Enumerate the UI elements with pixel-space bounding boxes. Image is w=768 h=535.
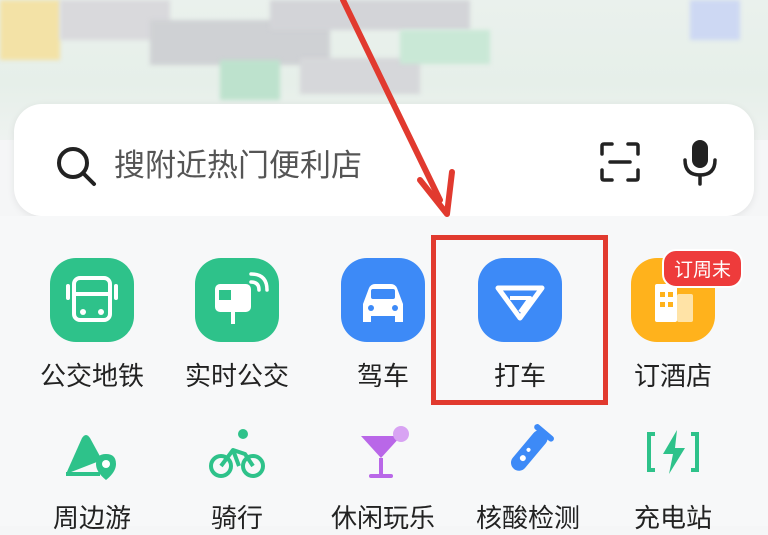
bicycle-icon [209, 429, 265, 478]
shortcut-drive[interactable]: 驾车 [318, 258, 448, 393]
test-tube-icon [511, 424, 554, 471]
shortcut-label: 公交地铁 [39, 362, 144, 392]
shortcut-leisure[interactable]: 休闲玩乐 [308, 420, 458, 535]
cocktail-icon [361, 426, 409, 478]
shortcut-label: 订酒店 [633, 362, 712, 392]
shortcut-realtime-bus[interactable]: 实时公交 [172, 258, 302, 393]
car-icon [341, 258, 425, 342]
shortcut-nucleic-test[interactable]: 核酸检测 [453, 420, 603, 535]
charging-icon [647, 430, 699, 474]
shortcut-label: 休闲玩乐 [330, 504, 435, 534]
hotel-promo-badge: 订周末 [662, 249, 744, 288]
shortcut-label: 驾车 [356, 362, 409, 392]
mountain-pin-icon [66, 435, 116, 480]
red-arrow-icon [340, 0, 455, 217]
shortcut-label: 充电站 [633, 504, 712, 534]
shortcut-label: 周边游 [52, 504, 131, 534]
annotation-highlight-box [431, 235, 608, 405]
shortcut-label: 核酸检测 [475, 504, 580, 534]
shortcut-charging-station[interactable]: 充电站 [598, 420, 748, 535]
shortcut-cycling[interactable]: 骑行 [162, 420, 312, 535]
shortcut-bus-metro[interactable]: 公交地铁 [27, 258, 157, 393]
shortcut-nearby-tour[interactable]: 周边游 [17, 420, 167, 535]
shortcut-label: 实时公交 [184, 362, 289, 392]
bus-icon [50, 258, 134, 342]
shortcut-label: 骑行 [210, 504, 263, 534]
bus-stop-icon [195, 258, 279, 342]
